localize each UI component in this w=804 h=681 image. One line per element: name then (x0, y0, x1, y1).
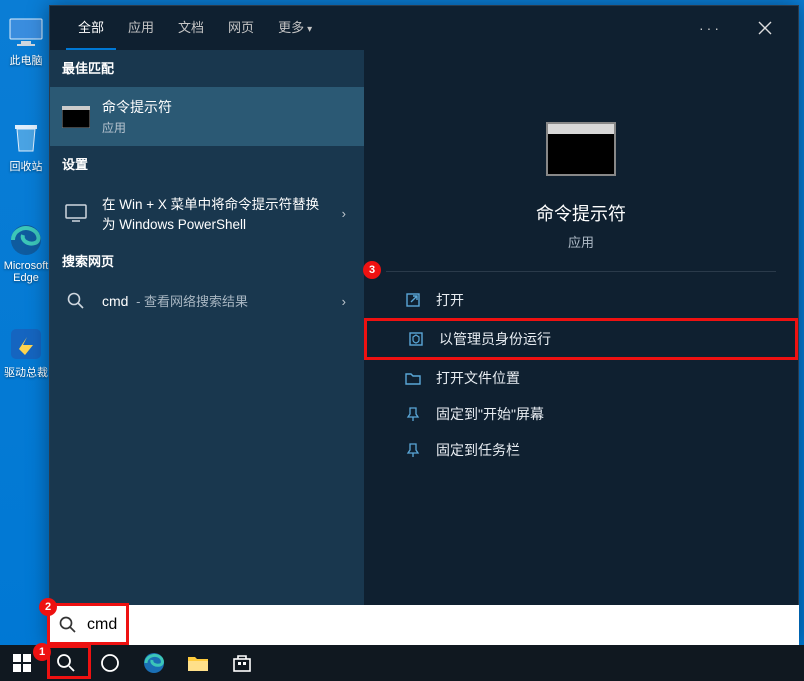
close-button[interactable] (748, 15, 782, 41)
driver-tool-icon (8, 326, 44, 362)
tab-apps[interactable]: 应用 (116, 5, 166, 51)
preview-subtitle: 应用 (568, 232, 594, 251)
monitor-icon (62, 202, 90, 224)
result-title: 命令提示符 (102, 97, 352, 117)
taskbar-edge[interactable] (132, 645, 176, 681)
result-subtitle: 应用 (102, 119, 352, 136)
folder-icon (404, 369, 422, 387)
annotation-badge-2: 2 (39, 598, 57, 616)
annotation-badge-3: 3 (363, 261, 381, 279)
web-query: cmd (102, 293, 128, 309)
action-label: 以管理员身份运行 (439, 329, 551, 349)
annotation-badge-1: 1 (33, 643, 51, 661)
result-title: 在 Win + X 菜单中将命令提示符替换为 Windows PowerShel… (102, 193, 330, 233)
tab-more[interactable]: 更多▾ (266, 5, 324, 51)
desktop-icon-edge[interactable]: Microsoft Edge (4, 222, 48, 284)
search-icon (59, 616, 79, 634)
chevron-right-icon: › (342, 294, 352, 309)
action-run-as-admin[interactable]: 以管理员身份运行 (364, 318, 798, 360)
results-column: 最佳匹配 命令提示符 应用 设置 在 Win + X 菜单中将命令提示符替换为 … (50, 50, 364, 644)
computer-icon (8, 14, 44, 50)
chevron-right-icon: › (342, 206, 352, 221)
recycle-bin-icon (8, 120, 44, 156)
search-input-bar[interactable] (49, 605, 799, 645)
result-cmd[interactable]: 命令提示符 应用 (50, 87, 364, 146)
action-open-file-location[interactable]: 打开文件位置 (364, 360, 798, 396)
tab-documents[interactable]: 文档 (166, 5, 216, 51)
cmd-icon (62, 106, 90, 128)
desktop-icon-label: 驱动总裁 (4, 364, 48, 380)
action-label: 打开文件位置 (436, 368, 520, 388)
search-panel: 全部 应用 文档 网页 更多▾ ··· 最佳匹配 命令提示符 应用 (49, 5, 799, 645)
chevron-down-icon: ▾ (307, 24, 312, 35)
desktop-icon-label: 此电脑 (10, 52, 43, 68)
tab-more-label: 更多 (278, 20, 304, 35)
desktop-icon-driver[interactable]: 驱动总裁 (4, 326, 48, 380)
action-label: 固定到"开始"屏幕 (436, 404, 544, 424)
search-input[interactable] (87, 616, 789, 634)
action-pin-to-taskbar[interactable]: 固定到任务栏 (364, 432, 798, 468)
web-suffix: - 查看网络搜索结果 (132, 294, 248, 309)
result-setting-winx[interactable]: 在 Win + X 菜单中将命令提示符替换为 Windows PowerShel… (50, 183, 364, 243)
taskbar (0, 645, 804, 681)
more-options-button[interactable]: ··· (693, 14, 728, 42)
shield-run-icon (407, 330, 425, 348)
settings-header: 设置 (50, 146, 364, 183)
action-pin-to-start[interactable]: 固定到"开始"屏幕 (364, 396, 798, 432)
desktop-icon-recycle-bin[interactable]: 回收站 (4, 120, 48, 174)
preview-actions: 打开 以管理员身份运行 打开文件位置 (364, 272, 798, 468)
action-label: 打开 (436, 290, 464, 310)
taskbar-store[interactable] (220, 645, 264, 681)
taskbar-explorer[interactable] (176, 645, 220, 681)
search-icon (62, 290, 90, 312)
action-open[interactable]: 打开 (364, 282, 798, 318)
desktop-icon-label: 回收站 (10, 158, 43, 174)
cmd-large-icon (546, 122, 616, 176)
tab-web[interactable]: 网页 (216, 5, 266, 51)
pin-icon (404, 405, 422, 423)
taskbar-taskview-button[interactable] (88, 645, 132, 681)
preview-title: 命令提示符 (536, 200, 626, 226)
search-web-header: 搜索网页 (50, 243, 364, 280)
desktop-icon-this-pc[interactable]: 此电脑 (4, 14, 48, 68)
search-tabs: 全部 应用 文档 网页 更多▾ ··· (50, 6, 798, 50)
open-icon (404, 291, 422, 309)
desktop-icon-label: Microsoft Edge (4, 260, 49, 284)
action-label: 固定到任务栏 (436, 440, 520, 460)
edge-icon (8, 222, 44, 258)
preview-column: 命令提示符 应用 打开 以管理员身份运行 (364, 50, 798, 644)
pin-icon (404, 441, 422, 459)
result-web-cmd[interactable]: cmd - 查看网络搜索结果 › (50, 280, 364, 322)
best-match-header: 最佳匹配 (50, 50, 364, 87)
tab-all[interactable]: 全部 (66, 5, 116, 51)
